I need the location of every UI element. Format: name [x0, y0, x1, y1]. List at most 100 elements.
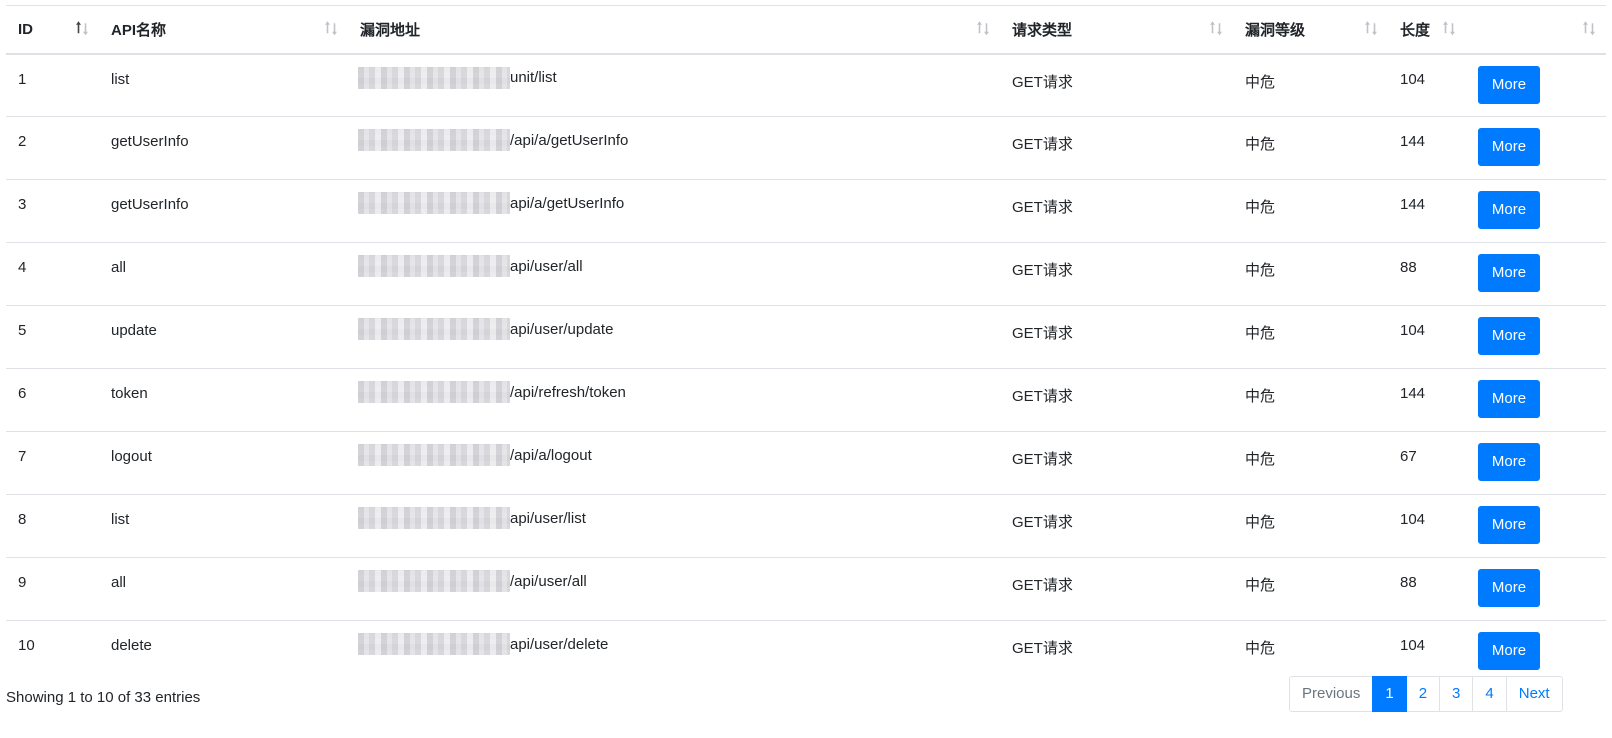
cell-vuln-address: /api/a/logout: [348, 431, 1000, 495]
table-row: 4 all api/user/all GET请求 中危 88 More: [6, 242, 1606, 306]
cell-action: More: [1466, 368, 1606, 432]
table-row: 10 delete api/user/delete GET请求 中危 104 More: [6, 620, 1606, 684]
address-path-text: /api/user/all: [510, 572, 587, 590]
cell-id: 9: [6, 557, 99, 621]
redacted-host-blur: [358, 633, 510, 656]
cell-length: 144: [1388, 179, 1466, 243]
redacted-host-blur: [358, 507, 510, 530]
more-button[interactable]: More: [1478, 317, 1540, 355]
pagination-previous-button[interactable]: Previous: [1289, 676, 1374, 712]
column-header-id[interactable]: ID: [6, 5, 99, 55]
cell-length: 88: [1388, 242, 1466, 306]
more-button[interactable]: More: [1478, 128, 1540, 166]
table-row: 3 getUserInfo api/a/getUserInfo GET请求 中危 144 M…: [6, 179, 1606, 243]
redacted-host-blur: [358, 192, 510, 215]
column-header-label: 漏洞等级: [1245, 21, 1306, 39]
cell-vuln-address: unit/list: [348, 53, 1000, 117]
cell-vuln-level: 中危: [1233, 179, 1388, 243]
sort-arrows-icon[interactable]: [75, 20, 89, 36]
more-button[interactable]: More: [1478, 632, 1540, 670]
cell-action: More: [1466, 557, 1606, 621]
pagination-page-1[interactable]: 1: [1372, 676, 1407, 712]
cell-request-type: GET请求: [1000, 620, 1233, 684]
cell-vuln-address: api/user/list: [348, 494, 1000, 558]
cell-length: 144: [1388, 116, 1466, 180]
cell-api-name: delete: [99, 620, 348, 684]
address-path-text: /api/refresh/token: [510, 383, 626, 401]
cell-request-type: GET请求: [1000, 557, 1233, 621]
column-header-vuln-level[interactable]: 漏洞等级: [1233, 5, 1388, 55]
pagination-page-2[interactable]: 2: [1405, 676, 1441, 712]
table-row: 9 all/api/user/all GET请求 中危 88 More: [6, 557, 1606, 621]
pagination-page-4[interactable]: 4: [1472, 676, 1507, 712]
more-button[interactable]: More: [1478, 506, 1540, 544]
cell-vuln-address: api/user/update: [348, 305, 1000, 369]
address-path-text: unit/list: [510, 69, 557, 87]
address-path-text: api/user/list: [510, 509, 586, 527]
cell-vuln-address: api/a/getUserInfo: [348, 179, 1000, 243]
pagination: Previous 1 2 3 4 Next: [1289, 676, 1563, 712]
column-header-label: ID: [18, 20, 33, 38]
more-button[interactable]: More: [1478, 191, 1540, 229]
address-path-text: api/user/delete: [510, 635, 609, 653]
more-button[interactable]: More: [1478, 65, 1540, 104]
address-path-text: api/a/getUserInfo: [510, 194, 625, 212]
column-header-vuln-address[interactable]: 漏洞地址: [348, 5, 1000, 55]
more-button[interactable]: More: [1478, 254, 1540, 292]
sort-arrows-icon[interactable]: [976, 20, 990, 36]
cell-length: 104: [1388, 53, 1466, 117]
pagination-next-button[interactable]: Next: [1505, 676, 1563, 712]
cell-vuln-level: 中危: [1233, 620, 1388, 684]
cell-length: 104: [1388, 305, 1466, 369]
more-button[interactable]: More: [1478, 569, 1540, 607]
cell-action: More: [1466, 179, 1606, 243]
cell-vuln-level: 中危: [1233, 53, 1388, 117]
column-header-label: API名称: [111, 21, 167, 39]
table-header-row: ID API名称 漏洞地址 请求类型 漏洞等级 长度: [6, 5, 1606, 55]
sort-arrows-icon[interactable]: [1364, 20, 1378, 36]
cell-id: 1: [6, 53, 99, 117]
table-body: 1 list unit/list GET请求 中危 104 More 2 getUserInfo…: [6, 53, 1606, 684]
redacted-host-blur: [358, 66, 510, 89]
cell-request-type: GET请求: [1000, 368, 1233, 432]
address-path-text: /api/a/logout: [510, 446, 592, 464]
cell-request-type: GET请求: [1000, 431, 1233, 495]
cell-api-name: all: [99, 242, 348, 306]
more-button[interactable]: More: [1478, 380, 1540, 418]
cell-vuln-level: 中危: [1233, 557, 1388, 621]
cell-request-type: GET请求: [1000, 179, 1233, 243]
column-header-request-type[interactable]: 请求类型: [1000, 5, 1233, 55]
column-header-api-name[interactable]: API名称: [99, 5, 348, 55]
table-row: 2 getUserInfo/api/a/getUserInfo GET请求 中危 144…: [6, 116, 1606, 180]
redacted-host-blur: [358, 129, 510, 152]
sort-arrows-icon[interactable]: [324, 20, 338, 36]
cell-id: 5: [6, 305, 99, 369]
redacted-host-blur: [358, 570, 510, 593]
redacted-host-blur: [358, 255, 510, 278]
redacted-host-blur: [358, 444, 510, 467]
cell-action: More: [1466, 494, 1606, 558]
more-button[interactable]: More: [1478, 443, 1540, 481]
column-header-length[interactable]: 长度: [1388, 5, 1466, 55]
cell-vuln-level: 中危: [1233, 431, 1388, 495]
table-row: 7 logout/api/a/logout GET请求 中危 67 More: [6, 431, 1606, 495]
cell-action: More: [1466, 620, 1606, 684]
api-vulnerability-table: ID API名称 漏洞地址 请求类型 漏洞等级 长度 1 list unit/list GET请…: [6, 5, 1606, 684]
sort-arrows-icon[interactable]: [1209, 20, 1223, 36]
pagination-page-3[interactable]: 3: [1439, 676, 1474, 712]
cell-action: More: [1466, 116, 1606, 180]
cell-length: 104: [1388, 494, 1466, 558]
cell-id: 2: [6, 116, 99, 180]
cell-api-name: all: [99, 557, 348, 621]
column-header-action[interactable]: [1466, 5, 1606, 55]
sort-arrows-icon[interactable]: [1442, 20, 1456, 36]
table-row: 8 list api/user/list GET请求 中危 104 More: [6, 494, 1606, 558]
address-path-text: /api/a/getUserInfo: [510, 131, 629, 149]
cell-id: 6: [6, 368, 99, 432]
sort-arrows-icon[interactable]: [1582, 20, 1596, 36]
redacted-host-blur: [358, 381, 510, 404]
cell-api-name: update: [99, 305, 348, 369]
table-row: 1 list unit/list GET请求 中危 104 More: [6, 53, 1606, 117]
cell-id: 3: [6, 179, 99, 243]
table-row: 5 update api/user/update GET请求 中危 104 More: [6, 305, 1606, 369]
